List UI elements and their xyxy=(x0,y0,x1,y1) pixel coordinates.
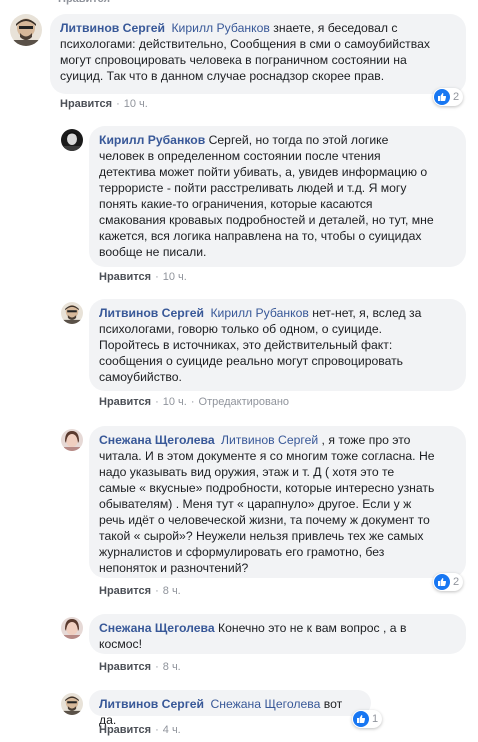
comment-author[interactable]: Снежана Щеголева xyxy=(99,433,215,447)
avatar[interactable] xyxy=(61,617,83,639)
comment-text-line: читала. И в этом документе я со многим т… xyxy=(99,449,435,463)
comment-text-line: детектива может пойти убивать, а, увидев… xyxy=(99,165,428,179)
avatar-image xyxy=(61,617,83,639)
comment-author[interactable]: Кирилл Рубанков xyxy=(99,133,205,147)
avatar[interactable] xyxy=(61,693,83,715)
avatar[interactable] xyxy=(61,302,83,324)
comment-text-line: обывателям) . Меня тут « царапнуло» друг… xyxy=(99,497,412,511)
comment-text-line: Сергей, но тогда по этой логике xyxy=(205,133,389,147)
thumbs-up-icon xyxy=(434,574,450,590)
comment-text-line: , я тоже про это xyxy=(318,433,411,447)
comment-mention[interactable]: Литвинов Сергей xyxy=(221,433,318,447)
comment-actions: Нравится · 4 ч. xyxy=(99,724,181,736)
comment-text-line: кажется, вся логика направлена на то, чт… xyxy=(99,229,422,243)
comment-text-line: суицид. Так что в данном случае роснадзо… xyxy=(60,69,385,83)
reaction-count[interactable]: 1 xyxy=(352,710,383,728)
comment-bubble: Кирилл Рубанков Сергей, но тогда по этой… xyxy=(89,126,466,267)
comment-text-line: надо указывать вид оружия, этаж и т. Д (… xyxy=(99,465,395,479)
comment-mention[interactable]: Кирилл Рубанков xyxy=(210,306,308,320)
avatar[interactable] xyxy=(61,129,83,151)
comment-text-line: знаете, я беседовал с xyxy=(269,21,398,35)
comment-text-line: психологами: действительно, Сообщения в … xyxy=(60,37,430,51)
comment-bubble: Литвинов Сергей Снежана Щеголева вот да. xyxy=(89,690,371,727)
comment-text-line: вообще не писали. xyxy=(99,245,207,259)
comment-text-line: Конечно это не к вам вопрос , а в xyxy=(214,621,407,635)
like-button[interactable]: Нравится xyxy=(99,661,151,673)
like-button[interactable]: Нравится xyxy=(60,98,112,110)
comment-text-line: сообщения о суициде реально могут спрово… xyxy=(99,354,404,368)
comment-text-line: психологами, говорю только об одном, о с… xyxy=(99,322,382,336)
avatar-image xyxy=(61,693,83,715)
comment-text-line: смакования кровавых подробностей и детал… xyxy=(99,213,434,227)
comment-text-line: самоубийство. xyxy=(99,370,182,384)
reaction-count[interactable]: 2 xyxy=(433,88,464,106)
reaction-number: 2 xyxy=(453,576,460,588)
avatar-image xyxy=(10,14,42,46)
comment-text-line: непоняток и разночтений? xyxy=(99,561,249,575)
comment-time[interactable]: 8 ч. xyxy=(163,585,181,597)
comment-text-line: человек в определенном состоянии после ч… xyxy=(99,149,381,163)
comment-author[interactable]: Литвинов Сергей xyxy=(60,21,165,35)
comment-actions: Нравится · 10 ч. xyxy=(60,98,148,110)
like-button[interactable]: Нравится xyxy=(99,724,151,736)
comment-text-line: Поройтесь в источниках, это действительн… xyxy=(99,338,393,352)
like-button[interactable]: Нравится xyxy=(99,396,151,408)
previous-like-link[interactable]: Нравится xyxy=(58,0,110,5)
reaction-count[interactable]: 2 xyxy=(433,573,464,591)
comment-mention[interactable]: Кирилл Рубанков xyxy=(171,21,269,35)
comment-bubble: Литвинов Сергей Кирилл Рубанков знаете, … xyxy=(50,14,466,94)
avatar-image xyxy=(61,429,83,451)
avatar-image xyxy=(61,302,83,324)
edited-label[interactable]: Отредактировано xyxy=(199,396,290,408)
comment-actions: Нравится · 8 ч. xyxy=(99,585,181,597)
comment-text-line: понять какие-то ограничения, которые кас… xyxy=(99,197,373,211)
comment-text-line: нет-нет, я, вслед за xyxy=(308,306,422,320)
comment-actions: Нравится · 8 ч. xyxy=(99,661,181,673)
comment-author[interactable]: Литвинов Сергей xyxy=(99,697,204,711)
comment-text-line: могут спровоцировать человека в погранич… xyxy=(60,53,407,67)
like-button[interactable]: Нравится xyxy=(99,271,151,283)
comment-bubble: Снежана Щеголева Конечно это не к вам во… xyxy=(89,614,466,654)
reaction-number: 1 xyxy=(372,713,379,725)
thumbs-up-icon xyxy=(353,711,369,727)
reaction-number: 2 xyxy=(453,91,460,103)
comment-actions: Нравится · 10 ч. · Отредактировано xyxy=(99,396,290,408)
comment-time[interactable]: 10 ч. xyxy=(163,271,187,283)
comment-actions: Нравится · 10 ч. xyxy=(99,271,187,283)
comment-author[interactable]: Литвинов Сергей xyxy=(99,306,204,320)
comment-time[interactable]: 10 ч. xyxy=(163,396,187,408)
avatar[interactable] xyxy=(61,429,83,451)
comment-text-line: журналистов и сформулировать его грамотн… xyxy=(99,545,385,559)
comment-time[interactable]: 10 ч. xyxy=(124,98,148,110)
comment-bubble: Снежана Щеголева Литвинов Сергей , я тож… xyxy=(89,426,466,578)
comment-time[interactable]: 8 ч. xyxy=(163,661,181,673)
comment-text-line: самые « вкусные» подробности, которые ин… xyxy=(99,481,435,495)
like-button[interactable]: Нравится xyxy=(99,585,151,597)
comment-text-line: такой « сырой»? Неужели нельзя привлечь … xyxy=(99,529,424,543)
avatar-image xyxy=(61,129,83,151)
comment-author[interactable]: Снежана Щеголева xyxy=(99,621,215,635)
avatar[interactable] xyxy=(10,14,42,46)
comment-text-line: космос! xyxy=(99,637,142,651)
comment-bubble: Литвинов Сергей Кирилл Рубанков нет-нет,… xyxy=(89,299,466,391)
comment-text-line: террористе - пойти расстреливать людей и… xyxy=(99,181,407,195)
comment-text-line: речь идёт о человеческой жизни, та почем… xyxy=(99,513,430,527)
thumbs-up-icon xyxy=(434,89,450,105)
comment-mention[interactable]: Снежана Щеголева xyxy=(210,697,320,711)
comment-time[interactable]: 4 ч. xyxy=(163,724,181,736)
